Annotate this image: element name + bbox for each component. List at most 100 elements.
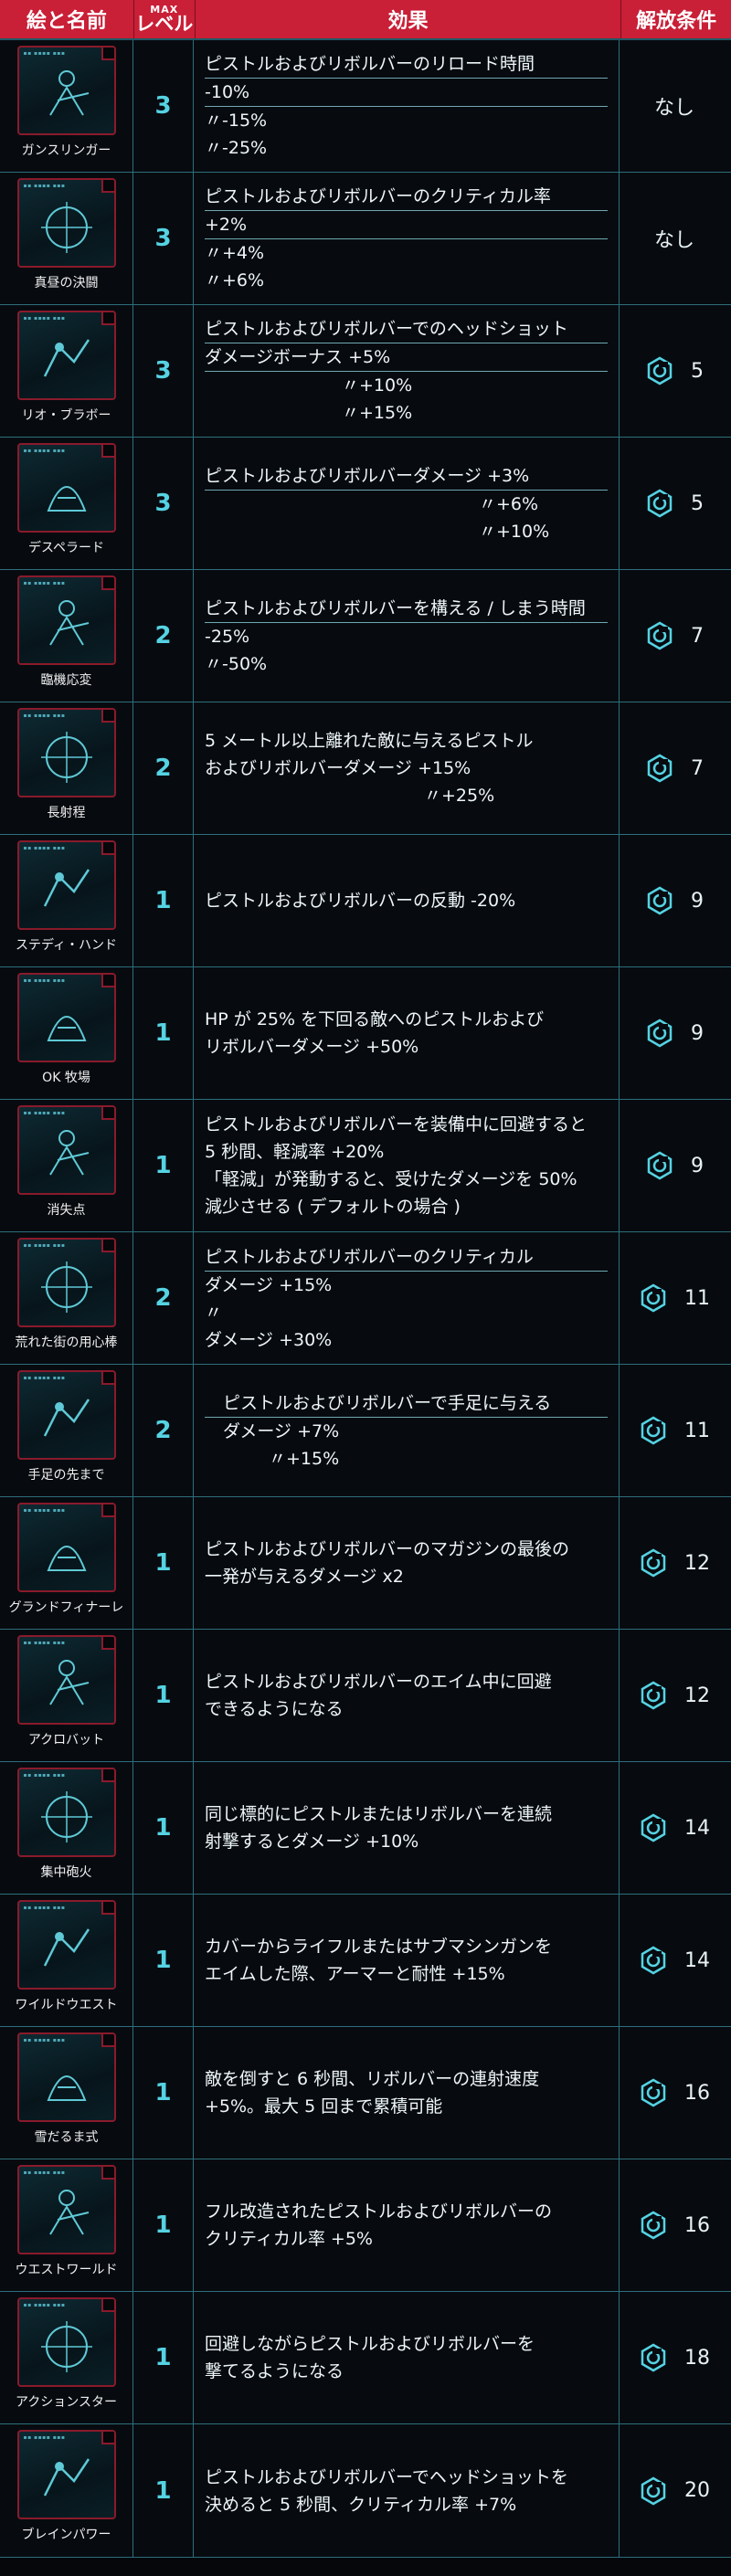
perk-name-cell: ▪▪ ▪▪▪▪ ▪▪▪ OK 牧場 [0, 967, 133, 1099]
unlock-wrap: 12 [639, 1548, 710, 1578]
effect-line: HP が 25% を下回る敵へのピストルおよび [205, 1009, 545, 1029]
thumbnail-tag-decoration: ▪▪ ▪▪▪▪ ▪▪▪ [23, 977, 66, 984]
perk-art-icon [40, 1262, 92, 1313]
thumbnail-corner-decoration [101, 842, 114, 855]
perk-art-icon [48, 600, 89, 646]
unlock-wrap: なし [654, 91, 694, 121]
unlock-value: 5 [691, 491, 704, 515]
perk-art-icon [40, 1791, 92, 1842]
perk-name-cell: ▪▪ ▪▪▪▪ ▪▪▪ ワイルドウエスト [0, 1895, 133, 2026]
unlock-condition: 12 [620, 1497, 729, 1629]
perk-name: デスペラード [27, 541, 105, 555]
perk-art-icon [48, 1130, 89, 1176]
perk-art-icon [43, 1928, 90, 1967]
thumbnail-corner-decoration [101, 577, 114, 590]
table-row: ▪▪ ▪▪▪▪ ▪▪▪ グランドフィナーレ 1 ピストルおよびリボルバーのマガジンの最… [0, 1497, 731, 1630]
unlock-value: 12 [684, 1684, 710, 1707]
effect-line: 〃+15% [269, 1448, 340, 1469]
perk-thumbnail: ▪▪ ▪▪▪▪ ▪▪▪ [16, 178, 116, 268]
thumbnail-corner-decoration [101, 975, 114, 987]
unlock-condition: 9 [620, 835, 729, 966]
unlock-wrap: 14 [639, 1946, 710, 1975]
effect-line: 〃+15% [342, 403, 413, 423]
unlock-wrap: 7 [645, 621, 704, 650]
perk-art-icon [47, 2075, 86, 2101]
thumbnail-tag-decoration: ▪▪ ▪▪▪▪ ▪▪▪ [23, 1375, 66, 1381]
thumbnail-tag-decoration: ▪▪ ▪▪▪▪ ▪▪▪ [23, 448, 66, 454]
perk-effect: ピストルおよびリボルバーのマガジンの最後の 一発が与えるダメージ x2 [194, 1497, 620, 1629]
perk-name-cell: ▪▪ ▪▪▪▪ ▪▪▪ アクロバット [0, 1630, 133, 1761]
effect-line: ピストルおよびリボルバーのクリティカル [205, 1246, 534, 1267]
street-cred-icon [647, 1151, 673, 1180]
unlock-value: 9 [691, 1154, 704, 1177]
perk-name: 臨機応変 [40, 673, 92, 688]
max-level: 1 [133, 1762, 194, 1894]
perk-thumbnail: ▪▪ ▪▪▪▪ ▪▪▪ [16, 2032, 116, 2122]
perk-effect: ピストルおよびリボルバーのクリティカル ダメージ +15% 〃ダメージ +30% [194, 1232, 620, 1364]
unlock-value: 7 [691, 624, 704, 648]
perk-thumbnail: ▪▪ ▪▪▪▪ ▪▪▪ [16, 575, 116, 665]
street-cred-icon [641, 2343, 666, 2372]
unlock-wrap: 5 [645, 489, 704, 518]
effect-line: +2% [205, 210, 608, 238]
unlock-value: 16 [684, 2213, 710, 2237]
thumbnail-tag-decoration: ▪▪ ▪▪▪▪ ▪▪▪ [23, 1242, 66, 1249]
perk-name: ウエストワールド [15, 2263, 118, 2277]
unlock-condition: 14 [620, 1762, 729, 1894]
max-level: 1 [133, 835, 194, 966]
effect-line: ピストルおよびリボルバーの反動 -20% [205, 891, 516, 911]
max-level: 1 [133, 1100, 194, 1231]
table-row: ▪▪ ▪▪▪▪ ▪▪▪ 荒れた街の用心棒 2 ピストルおよびリボルバーのクリティカルダ… [0, 1232, 731, 1365]
max-level: 1 [133, 2027, 194, 2159]
table-row: ▪▪ ▪▪▪▪ ▪▪▪ OK 牧場 1 HP が 25% を下回る敵へのピストルおよび… [0, 967, 731, 1100]
unlock-wrap: 12 [639, 1681, 710, 1710]
perk-art-icon [47, 1016, 86, 1041]
effect-line: 〃+25% [424, 786, 495, 806]
header-level: MAX レベル [134, 0, 196, 38]
unlock-wrap: 20 [639, 2476, 710, 2506]
perk-name: ステディ・ハンド [15, 938, 118, 953]
header-unlock: 解放条件 [636, 10, 717, 33]
table-row: ▪▪ ▪▪▪▪ ▪▪▪ 集中砲火 1 同じ標的にピストルまたはリボルバーを連続 射撃する… [0, 1762, 731, 1895]
thumbnail-corner-decoration [101, 2167, 114, 2180]
perk-name: 集中砲火 [40, 1865, 92, 1880]
header-name: 絵と名前 [0, 0, 134, 38]
unlock-condition: 5 [620, 305, 729, 437]
effect-line: 〃+6% [205, 270, 265, 290]
unlock-condition: なし [620, 173, 729, 304]
perk-effect: ピストルおよびリボルバーダメージ +3% 〃+6% 〃+10% [194, 438, 620, 569]
thumbnail-tag-decoration: ▪▪ ▪▪▪▪ ▪▪▪ [23, 580, 66, 586]
perk-name-cell: ▪▪ ▪▪▪▪ ▪▪▪ 荒れた街の用心棒 [0, 1232, 133, 1364]
thumbnail-tag-decoration: ▪▪ ▪▪▪▪ ▪▪▪ [23, 1772, 66, 1779]
max-level: 1 [133, 2424, 194, 2557]
max-level: 1 [133, 1895, 194, 2026]
thumbnail-tag-decoration: ▪▪ ▪▪▪▪ ▪▪▪ [23, 2302, 66, 2308]
perk-art-icon [43, 339, 90, 377]
perk-name-cell: ▪▪ ▪▪▪▪ ▪▪▪ 真昼の決闘 [0, 173, 133, 304]
perk-name: ワイルドウエスト [15, 1998, 118, 2012]
perk-name: ブレインパワー [21, 2528, 111, 2542]
street-cred-icon [641, 1946, 666, 1975]
max-level: 3 [133, 40, 194, 172]
effect-line: およびリボルバーダメージ +15% [205, 758, 471, 778]
perk-art-icon [43, 2458, 90, 2497]
street-cred-icon [641, 1416, 666, 1445]
perk-name: 真昼の決闘 [34, 276, 99, 290]
thumbnail-corner-decoration [101, 2299, 114, 2312]
effect-line: 撃てるようになる [205, 2361, 344, 2381]
perk-effect: ピストルおよびリボルバーのエイム中に回避 できるようになる [194, 1630, 620, 1761]
effect-line: カバーからライフルまたはサブマシンガンを [205, 1937, 553, 1957]
table-header: 絵と名前 MAX レベル 効果 解放条件 [0, 0, 731, 40]
unlock-condition: 9 [620, 967, 729, 1099]
max-level: 1 [133, 1497, 194, 1629]
thumbnail-corner-decoration [101, 1504, 114, 1517]
perk-thumbnail: ▪▪ ▪▪▪▪ ▪▪▪ [16, 973, 116, 1062]
unlock-wrap: 11 [639, 1416, 710, 1445]
perk-art-icon [43, 869, 90, 907]
effect-line: フル改造されたピストルおよびリボルバーの [205, 2201, 553, 2222]
street-cred-icon [641, 1813, 666, 1842]
effect-line: ピストルおよびリボルバーのクリティカル率 [205, 186, 551, 206]
perk-art-icon [40, 2321, 92, 2372]
unlock-wrap: 18 [639, 2343, 710, 2372]
unlock-condition: なし [620, 40, 729, 172]
